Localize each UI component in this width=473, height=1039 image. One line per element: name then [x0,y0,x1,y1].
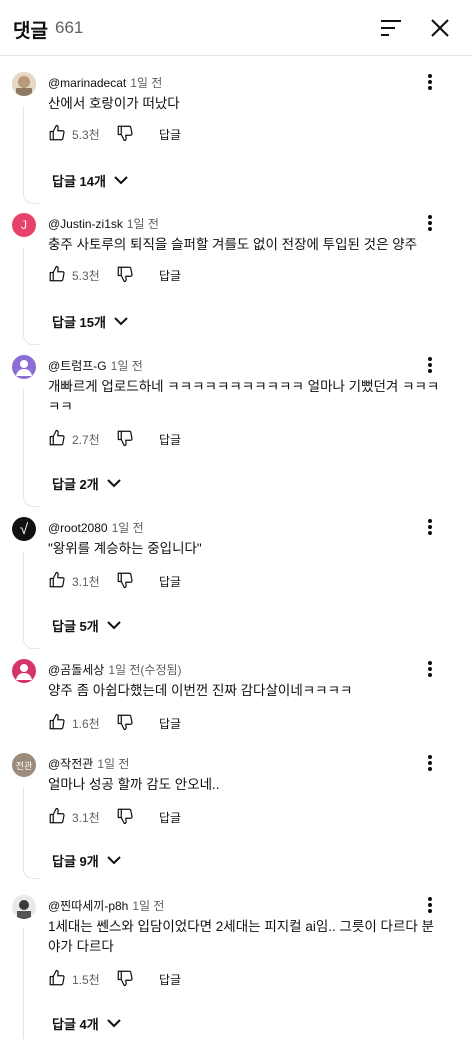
show-replies-button[interactable]: 답글 4개 [52,1013,121,1033]
dislike-icon[interactable] [116,969,134,987]
more-vert-icon[interactable] [420,517,440,537]
thread-line [23,551,39,649]
dislike-icon[interactable] [116,713,134,731]
like-icon[interactable] [48,571,66,589]
like-icon[interactable] [48,713,66,731]
close-icon[interactable] [428,16,452,40]
sort-icon[interactable] [379,16,405,40]
comment-text: 양주 좀 아쉽다했는데 이번껀 진짜 감다살이네ㅋㅋㅋㅋ [48,683,353,698]
comment-time[interactable]: 1일 전 [97,757,129,771]
chevron-down-icon [107,856,121,865]
thread-line [23,929,39,1039]
comment-text: 1세대는 쎈스와 입담이었다면 2세대는 피지컬 ai임.. 그릇이 다르다 분… [48,919,434,954]
replies-label: 답글 5개 [52,618,99,634]
avatar[interactable] [12,659,36,683]
avatar-letter: J [21,218,27,232]
comment-author[interactable]: @작전관 [48,757,93,771]
dislike-icon[interactable] [116,429,134,447]
comment-text: "왕위를 계승하는 중입니다" [48,541,202,556]
reply-button[interactable]: 답글 [159,971,181,988]
show-replies-button[interactable]: 답글 2개 [52,473,121,493]
more-vert-icon[interactable] [420,659,440,679]
comment-text: 산에서 호랑이가 떠났다 [48,96,180,111]
comment-author[interactable]: @트럼프-G [48,359,107,373]
comments-count: 661 [55,18,84,37]
comment-author[interactable]: @곰돌세상 [48,663,104,677]
comment-text: 충주 사토루의 퇴직을 슬퍼할 겨를도 없이 전장에 투입된 것은 양주 [48,237,418,252]
comment-time[interactable]: 1일 전 [112,521,144,535]
replies-label: 답글 15개 [52,314,106,330]
like-icon[interactable] [48,969,66,987]
more-vert-icon[interactable] [420,213,440,233]
comment-time[interactable]: 1일 전 [130,76,162,90]
comment-time[interactable]: 1일 전 [132,899,164,913]
avatar-letter: √ [19,520,29,538]
like-icon[interactable] [48,429,66,447]
reply-button[interactable]: 답글 [159,573,181,590]
comments-header: 댓글 661 [0,0,473,56]
chevron-down-icon [107,479,121,488]
thread-line [23,106,39,204]
comment-author[interactable]: @marinadecat [48,76,126,90]
comment-author[interactable]: @찐따세끼-p8h [48,899,128,913]
like-count: 3.1천 [72,811,100,825]
chevron-down-icon [107,1019,121,1028]
chevron-down-icon [114,176,128,185]
chevron-down-icon [114,317,128,326]
thread-line [23,389,39,507]
more-vert-icon[interactable] [420,72,440,92]
avatar[interactable] [12,72,36,96]
avatar[interactable] [12,895,36,919]
show-replies-button[interactable]: 답글 15개 [52,311,128,331]
comment-text: 개빠르게 업로드하네 ㅋㅋㅋㅋㅋㅋㅋㅋㅋㅋㅋ 얼마나 기뻤던겨 ㅋㅋㅋㅋㅋ [48,379,440,414]
comment-time[interactable]: 1일 전(수정됨) [108,663,181,677]
dislike-icon[interactable] [116,571,134,589]
comment-time[interactable]: 1일 전 [127,217,159,231]
thread-line [23,787,39,879]
avatar[interactable]: J [12,213,36,237]
like-count: 1.5천 [72,973,100,987]
comment-author[interactable]: @root2080 [48,521,108,535]
like-count: 5.3천 [72,128,100,142]
more-vert-icon[interactable] [420,355,440,375]
dislike-icon[interactable] [116,265,134,283]
replies-label: 답글 4개 [52,1016,99,1032]
like-icon[interactable] [48,124,66,142]
like-count: 5.3천 [72,269,100,283]
like-icon[interactable] [48,265,66,283]
reply-button[interactable]: 답글 [159,715,181,732]
avatar[interactable] [12,355,36,379]
dislike-icon[interactable] [116,124,134,142]
like-icon[interactable] [48,807,66,825]
dislike-icon[interactable] [116,807,134,825]
thread-line [23,247,39,345]
more-vert-icon[interactable] [420,895,440,915]
comment-time[interactable]: 1일 전 [111,359,143,373]
reply-button[interactable]: 답글 [159,267,181,284]
reply-button[interactable]: 답글 [159,431,181,448]
avatar[interactable]: √ [12,517,36,541]
replies-label: 답글 2개 [52,476,99,492]
reply-button[interactable]: 답글 [159,809,181,826]
chevron-down-icon [107,621,121,630]
show-replies-button[interactable]: 답글 5개 [52,615,121,635]
comment-text: 얼마나 성공 할까 감도 안오네.. [48,777,220,792]
replies-label: 답글 9개 [52,853,99,869]
show-replies-button[interactable]: 답글 14개 [52,170,128,190]
avatar-letter: 전관 [15,760,33,771]
reply-button[interactable]: 답글 [159,126,181,143]
like-count: 2.7천 [72,433,100,447]
comment-author[interactable]: @Justin-zi1sk [48,217,123,231]
comments-title: 댓글 [13,21,48,42]
more-vert-icon[interactable] [420,753,440,773]
like-count: 3.1천 [72,575,100,589]
replies-label: 답글 14개 [52,173,106,189]
show-replies-button[interactable]: 답글 9개 [52,850,121,870]
avatar[interactable]: 전관 [12,753,36,777]
like-count: 1.6천 [72,717,100,731]
